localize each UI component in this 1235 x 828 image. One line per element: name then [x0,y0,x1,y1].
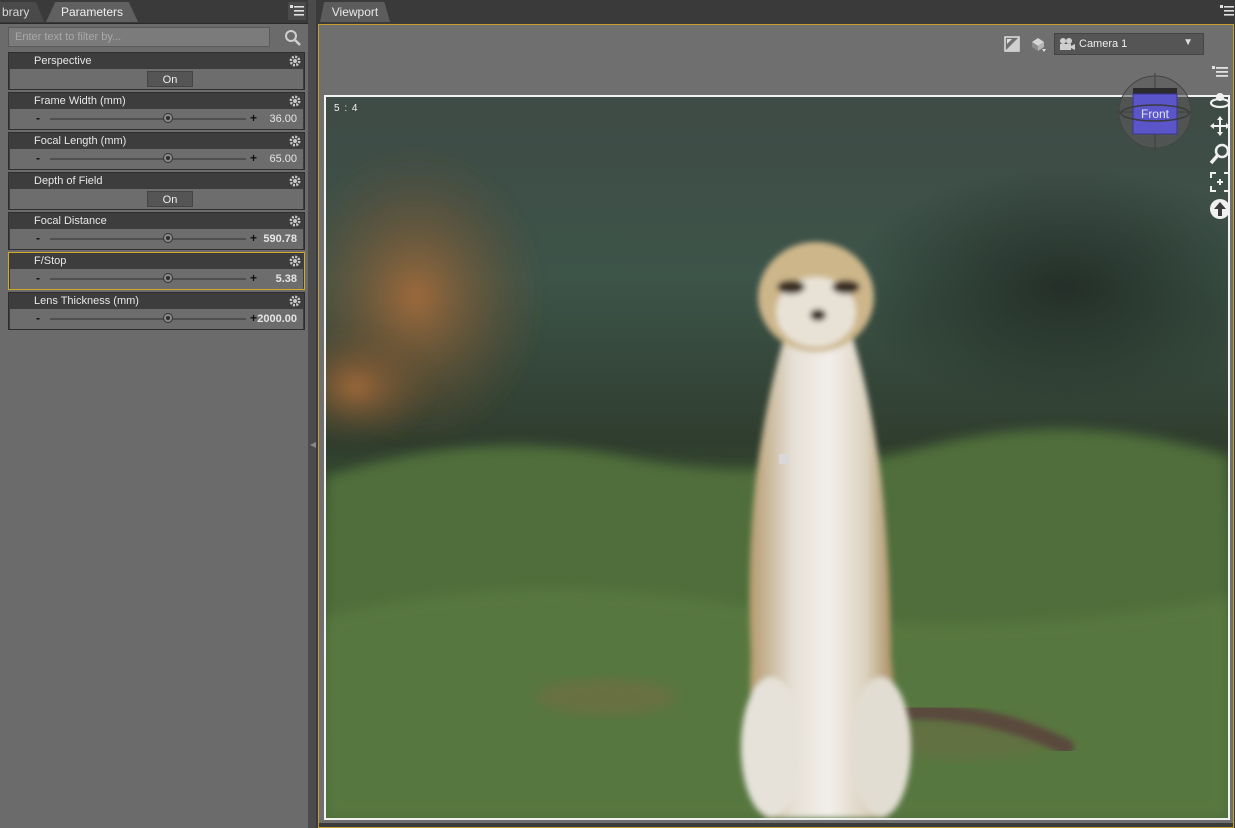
toggle-button[interactable]: On [147,191,193,207]
decrement-button[interactable]: - [36,229,46,249]
param-control: On [10,69,303,89]
frame-icon[interactable] [1209,171,1231,193]
increment-button[interactable]: + [250,229,260,249]
param-control: - +36.00 [10,109,303,129]
camera-select-label: Camera 1 [1079,38,1128,50]
filter-input[interactable] [8,27,270,47]
render-view[interactable]: 5 : 4 [324,95,1230,820]
decrement-button[interactable]: - [36,109,46,129]
param-name: Depth of Field [34,175,103,187]
slider-handle[interactable] [163,273,174,283]
param-name: Lens Thickness (mm) [34,295,139,307]
pan-icon[interactable] [1209,115,1231,137]
slider-track[interactable] [50,158,246,160]
gear-icon[interactable] [288,174,302,188]
slider-handle[interactable] [163,153,174,163]
param-value[interactable]: 5.38 [276,273,297,285]
camera-icon [1060,38,1075,50]
pane-menu-icon[interactable] [1219,2,1235,20]
slider-track[interactable] [50,318,246,320]
param-name: Focal Distance [34,215,107,227]
increment-button[interactable]: + [250,149,260,169]
increment-button[interactable]: + [250,109,260,129]
param-control: On [10,189,303,209]
gear-icon[interactable] [288,134,302,148]
splitter-grip-icon[interactable]: ◀ [310,440,316,460]
tab-library[interactable]: brary [0,2,44,22]
param-control: - +65.00 [10,149,303,169]
aspect-ratio-label: 5 : 4 [334,103,359,114]
filter-row [8,27,304,49]
zoom-icon[interactable] [1209,143,1231,165]
param-row[interactable]: Perspective On [8,52,305,90]
param-row[interactable]: Focal Distance - +590.78 [8,212,305,250]
slider-handle[interactable] [163,313,174,323]
param-control: - +2000.00 [10,309,303,329]
gear-icon[interactable] [288,54,302,68]
gear-icon[interactable] [288,294,302,308]
parameters-pane: brary Parameters Perspective On Frame Widt… [0,0,308,828]
param-row[interactable]: Frame Width (mm) - +36.00 [8,92,305,130]
slider-track[interactable] [50,118,246,120]
param-name: F/Stop [34,255,67,267]
param-value[interactable]: 36.00 [269,113,297,125]
param-row[interactable]: Focal Length (mm) - +65.00 [8,132,305,170]
slider-handle[interactable] [163,233,174,243]
camera-select[interactable]: Camera 1 ▼ [1054,33,1204,55]
focus-point-marker[interactable] [779,454,789,464]
viewport-area[interactable]: Camera 1 ▼ 5: 4 Front [318,24,1234,828]
draw-style-icon[interactable] [1029,35,1047,53]
dropdown-arrow-icon: ▼ [1183,37,1193,48]
gear-icon[interactable] [288,214,302,228]
orbit-icon[interactable] [1209,89,1231,111]
search-icon[interactable] [284,29,302,47]
param-name: Frame Width (mm) [34,95,126,107]
param-row[interactable]: F/Stop - +5.38 [8,252,305,290]
gear-icon[interactable] [288,254,302,268]
param-row[interactable]: Depth of Field On [8,172,305,210]
tab-viewport[interactable]: Viewport [320,2,390,22]
reset-view-icon[interactable] [1209,198,1231,220]
decrement-button[interactable]: - [36,149,46,169]
tab-parameters[interactable]: Parameters [46,2,138,22]
decrement-button[interactable]: - [36,309,46,329]
viewport-toolbar: Camera 1 ▼ [319,25,1233,61]
param-value[interactable]: 65.00 [269,153,297,165]
param-control: - +590.78 [10,229,303,249]
slider-track[interactable] [50,278,246,280]
increment-button[interactable]: + [250,269,260,289]
navigation-cube[interactable]: Front [1116,73,1194,151]
param-control: - +5.38 [10,269,303,289]
param-value[interactable]: 590.78 [263,233,297,245]
scene-image [326,97,1228,818]
gear-icon[interactable] [288,94,302,108]
left-tab-bar: brary Parameters [0,0,308,24]
param-name: Focal Length (mm) [34,135,127,147]
param-row[interactable]: Lens Thickness (mm) - +2000.00 [8,292,305,330]
render-settings-icon[interactable] [1003,35,1021,53]
slider-track[interactable] [50,238,246,240]
toggle-button[interactable]: On [147,71,193,87]
decrement-button[interactable]: - [36,269,46,289]
pane-menu-icon[interactable] [288,2,306,20]
slider-handle[interactable] [163,113,174,123]
viewport-bottom-strip [319,823,1233,827]
pane-menu-icon[interactable] [1209,61,1231,83]
param-value[interactable]: 2000.00 [257,313,297,325]
pane-splitter[interactable]: ◀ [308,0,316,828]
nav-cube-label: Front [1140,107,1169,121]
viewport-pane: Viewport Camera 1 ▼ 5: 4 Front [316,0,1235,828]
param-name: Perspective [34,55,92,67]
